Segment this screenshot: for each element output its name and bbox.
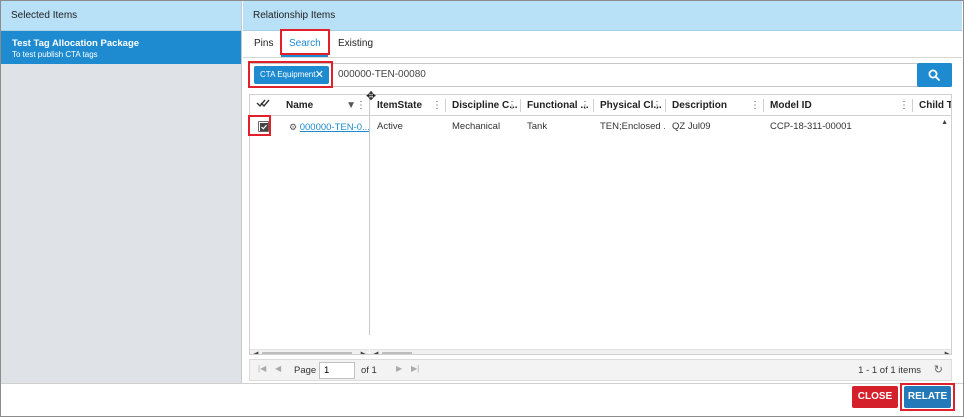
scrollbar-thumb[interactable] (262, 352, 352, 354)
column-child-label: Child T (919, 100, 952, 111)
item-name-link[interactable]: 000000-TEN-0... (300, 122, 369, 133)
selected-items-header: Selected Items (1, 1, 241, 31)
close-button[interactable]: CLOSE (852, 386, 898, 408)
column-menu-icon[interactable]: ⋮ (580, 95, 590, 116)
move-cursor-icon: ✥ (366, 89, 377, 103)
cell-description: QZ Jul09 (672, 121, 711, 132)
next-page-icon[interactable]: ▶ (396, 364, 402, 373)
scroll-right-arrow[interactable]: ▶ (945, 350, 950, 354)
filter-icon[interactable]: ▼⋮ (346, 95, 366, 116)
filter-chip[interactable]: CTA Equipment ✕ (254, 66, 329, 84)
selected-item[interactable]: Test Tag Allocation Package To test publ… (1, 31, 241, 64)
filter-chip-label: CTA Equipment (260, 70, 316, 79)
page-input[interactable] (319, 362, 355, 379)
column-header-functional[interactable]: Functional ... ⋮ (521, 95, 593, 116)
tab-existing[interactable]: Existing (330, 31, 381, 57)
column-menu-icon[interactable]: ⋮ (507, 95, 517, 116)
column-header-itemstate[interactable]: ItemState ⋮ (371, 95, 445, 116)
tab-pins[interactable]: Pins (246, 31, 281, 57)
item-count: 1 - 1 of 1 items (858, 365, 921, 376)
search-bar: CTA Equipment ✕ (249, 63, 952, 87)
scroll-right-arrow[interactable]: ▶ (361, 350, 366, 354)
first-page-icon[interactable]: |◀ (258, 364, 266, 373)
scroll-up-arrow[interactable]: ▲ (941, 119, 948, 126)
search-input[interactable] (338, 64, 898, 86)
column-menu-icon[interactable]: ⋮ (432, 95, 442, 116)
scroll-left-arrow[interactable]: ◀ (373, 350, 378, 354)
scroll-left-arrow[interactable]: ◀ (253, 350, 258, 354)
grid-header: Name ▼⋮ ItemState ⋮ Discipline C... ⋮ Fu… (250, 95, 952, 116)
cell-functional: Tank (527, 121, 548, 132)
horizontal-scrollbar[interactable]: ◀ ▶ (370, 349, 951, 354)
cell-physical: TEN;Enclosed ... (600, 121, 665, 132)
search-button[interactable] (917, 63, 952, 87)
search-icon (928, 69, 940, 81)
pager: |◀ ◀ Page of 1 ▶ ▶| 1 - 1 of 1 items ↻ (249, 359, 952, 381)
column-header-description[interactable]: Description ⋮ (666, 95, 763, 116)
selected-item-title: Test Tag Allocation Package (12, 38, 140, 49)
frozen-horizontal-scrollbar[interactable]: ◀ ▶ (250, 349, 369, 354)
column-itemstate-label: ItemState (377, 100, 423, 111)
tab-bar: Pins Search Existing (243, 31, 962, 58)
scrollbar-thumb[interactable] (382, 352, 412, 354)
column-menu-icon[interactable]: ⋮ (652, 95, 662, 116)
relationship-items-panel: Relationship Items Pins Search Existing … (243, 1, 962, 383)
cell-model-id: CCP-18-311-00001 (770, 121, 852, 132)
prev-page-icon[interactable]: ◀ (275, 364, 281, 373)
cell-discipline: Mechanical (452, 121, 501, 132)
row-checkbox[interactable] (258, 121, 269, 132)
close-icon[interactable]: ✕ (315, 66, 324, 84)
column-description-label: Description (672, 100, 728, 111)
column-menu-icon[interactable]: ⋮ (899, 95, 909, 116)
select-all-column[interactable] (250, 95, 276, 116)
equipment-icon: ⚙ (289, 122, 298, 132)
selected-item-subtitle: To test publish CTA tags (12, 50, 98, 59)
dialog-footer (1, 383, 963, 416)
selected-items-panel: Selected Items Test Tag Allocation Packa… (1, 1, 242, 383)
column-header-name[interactable]: Name ▼⋮ (280, 95, 369, 116)
cell-itemstate: Active (377, 121, 403, 132)
last-page-icon[interactable]: ▶| (411, 364, 419, 373)
column-header-child[interactable]: Child T (913, 95, 952, 116)
table-row[interactable]: ⚙ 000000-TEN-0... Active Mechanical Tank… (250, 117, 951, 137)
results-grid: Name ▼⋮ ItemState ⋮ Discipline C... ⋮ Fu… (249, 94, 952, 355)
refresh-icon[interactable]: ↻ (934, 363, 943, 376)
relate-button[interactable]: RELATE (904, 386, 951, 408)
column-name-label: Name (286, 100, 314, 111)
column-header-discipline[interactable]: Discipline C... ⋮ (446, 95, 520, 116)
page-label: Page (294, 365, 317, 376)
column-header-model-id[interactable]: Model ID ⋮ (764, 95, 912, 116)
check-icon (260, 123, 268, 131)
tab-search[interactable]: Search (281, 31, 328, 57)
double-check-icon (256, 99, 270, 108)
page-of-label: of 1 (361, 365, 377, 376)
column-model-id-label: Model ID (770, 100, 812, 111)
cell-name: ⚙ 000000-TEN-0... (283, 117, 369, 137)
relationship-items-header: Relationship Items (243, 1, 962, 31)
column-menu-icon[interactable]: ⋮ (750, 95, 760, 116)
column-header-physical[interactable]: Physical Cl... ⋮ (594, 95, 665, 116)
